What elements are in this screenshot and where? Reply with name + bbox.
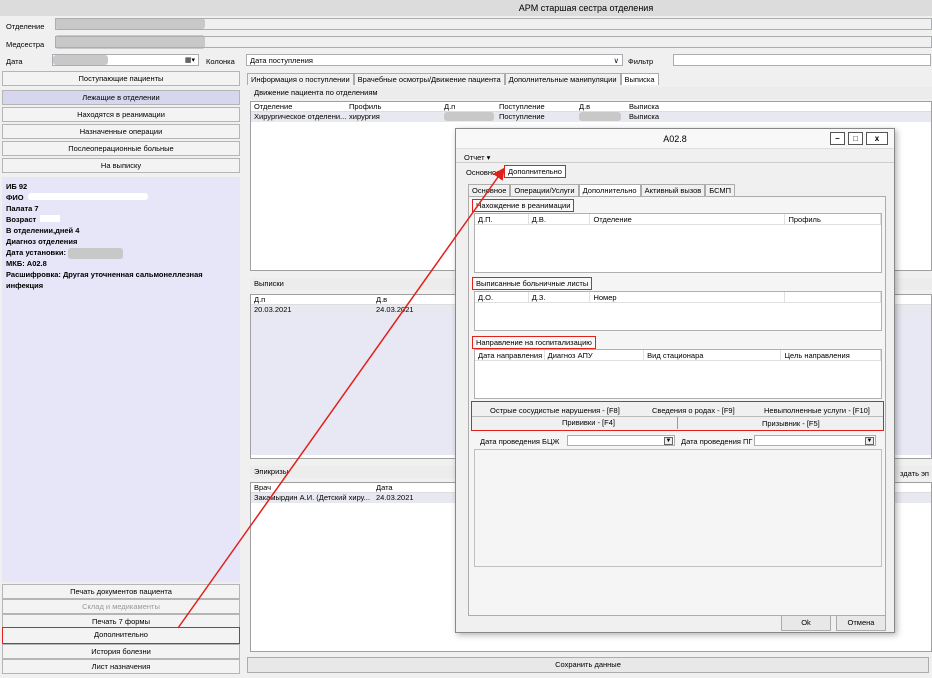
hospitalization-grid: Дата направления Диагноз АПУ Вид стацион… — [474, 349, 882, 399]
warehouse-button[interactable]: Склад и медикаменты — [2, 599, 240, 614]
pg-date-select[interactable]: ▼ — [754, 435, 876, 446]
col-header: Отделение — [254, 102, 293, 111]
nav-reanimation[interactable]: Находятся в реанимации — [2, 107, 240, 122]
nav-in-ward[interactable]: Лежащие в отделении — [2, 90, 240, 105]
tab-main[interactable]: Основное — [466, 168, 500, 177]
col-header: Д.п — [444, 102, 456, 111]
subtab-operations[interactable]: Операции/Услуги — [510, 184, 579, 196]
sick-leave-grid: Д.О. Д.З. Номер — [474, 291, 882, 331]
nav-discharge[interactable]: На выписку — [2, 158, 240, 173]
calendar-icon[interactable]: ▦▾ — [185, 55, 195, 66]
medsestra-field[interactable] — [55, 36, 932, 48]
filter-input[interactable] — [673, 54, 931, 66]
tab-births[interactable]: Сведения о родах - [F9] — [652, 406, 735, 415]
tab-conscript[interactable]: Призывник - [F5] — [762, 419, 820, 428]
save-button[interactable]: Сохранить данные — [247, 657, 929, 673]
pg-label: Дата проведения ПГ — [681, 437, 753, 446]
patient-info-panel: ИБ 92 ФИО Палата 7 Возраст В отделении,д… — [2, 177, 240, 582]
create-epikriz-button[interactable]: здать эп — [900, 469, 929, 478]
tab-admission-info[interactable]: Информация о поступлении — [247, 73, 354, 85]
otdelenie-label: Отделение — [6, 22, 45, 31]
nav-postop[interactable]: Послеоперационные больные — [2, 141, 240, 156]
ok-button[interactable]: Ok — [781, 615, 831, 631]
tab-unperformed[interactable]: Невыполненные услуги - [F10] — [764, 406, 870, 415]
bcg-label: Дата проведения БЦЖ — [480, 437, 560, 446]
chevron-down-icon[interactable]: ▼ — [664, 437, 673, 445]
tab-vaccinations[interactable]: Прививки - [F4] — [562, 418, 615, 427]
reanim-title: Нахождение в реанимации — [472, 199, 575, 212]
dialog-subtabs: Основное Операции/Услуги Дополнительно А… — [468, 184, 736, 196]
patient-age: Возраст — [6, 214, 236, 225]
filter-label: Фильтр — [628, 57, 654, 66]
date-label: Дата — [6, 57, 23, 66]
report-menu[interactable]: Отчет ▾ — [464, 153, 490, 162]
otdelenie-field[interactable] — [55, 18, 932, 30]
tab-vascular[interactable]: Острые сосудистые нарушения - [F8] — [490, 406, 620, 415]
patient-mkb: МКБ: A02.8 — [6, 259, 47, 268]
subtab-bsmp[interactable]: БСМП — [705, 184, 736, 196]
nav-operations[interactable]: Назначенные операции — [2, 124, 240, 139]
additional-button[interactable]: Дополнительно — [2, 627, 240, 644]
lower-tabs: Острые сосудистые нарушения - [F8] Сведе… — [471, 401, 884, 431]
col-header: Поступление — [499, 102, 545, 111]
chevron-down-icon[interactable]: ∨ — [614, 55, 620, 66]
tab-exams[interactable]: Врачебные осмотры/Движение пациента — [353, 73, 505, 85]
patient-days: В отделении,дней 4 — [6, 226, 80, 235]
medsestra-label: Медсестра — [6, 40, 45, 49]
nav-incoming[interactable]: Поступающие пациенты — [2, 71, 240, 86]
sick-leave-title: Выписанные больничные листы — [472, 277, 593, 290]
window-title: АРМ старшая сестра отделения — [0, 0, 932, 16]
history-button[interactable]: История болезни — [2, 644, 240, 659]
bcg-date-select[interactable]: ▼ — [567, 435, 675, 446]
movement-title: Движение пациента по отделениям — [250, 87, 932, 99]
patient-fio: ФИО — [6, 192, 236, 203]
subtab-additional[interactable]: Дополнительно — [578, 184, 641, 196]
reanim-grid: Д.П. Д.В. Отделение Профиль — [474, 213, 882, 273]
maximize-icon[interactable]: □ — [848, 132, 863, 145]
kolonka-select[interactable]: Дата поступления ∨ — [246, 54, 623, 66]
patient-install-date: Дата установки: — [6, 247, 236, 259]
tab-additional[interactable]: Дополнительно — [504, 165, 566, 178]
tab-discharge[interactable]: Выписка — [620, 73, 659, 85]
print-docs-button[interactable]: Печать документов пациента — [2, 584, 240, 599]
tab-manipulations[interactable]: Дополнительные манипуляции — [504, 73, 621, 85]
close-icon[interactable]: x — [866, 132, 888, 145]
patient-diagnosis: Диагноз отделения — [6, 237, 78, 246]
col-header: Д.в — [579, 102, 591, 111]
date-field[interactable]: ▦▾ — [52, 54, 199, 66]
col-header: Профиль — [349, 102, 382, 111]
hospitalization-title: Направление на госпитализацию — [472, 336, 596, 349]
main-tabs: Информация о поступлении Врачебные осмот… — [247, 73, 659, 85]
dialog-title: A02.8 — [456, 129, 894, 149]
vaccinations-panel — [474, 449, 882, 567]
subtab-active-call[interactable]: Активный вызов — [640, 184, 706, 196]
kolonka-label: Колонка — [206, 57, 235, 66]
col-header: Выписка — [629, 102, 660, 111]
patient-palata: Палата 7 — [6, 204, 39, 213]
chevron-down-icon[interactable]: ▼ — [865, 437, 874, 445]
dialog-window: A02.8 – □ x Отчет ▾ Основное Дополнитель… — [455, 128, 895, 633]
cancel-button[interactable]: Отмена — [836, 615, 886, 631]
patient-ib: ИБ 92 — [6, 182, 28, 191]
prescription-button[interactable]: Лист назначения — [2, 659, 240, 674]
patient-decoding: Расшифровка: Другая уточненная сальмонел… — [6, 270, 203, 290]
table-row[interactable]: Хирургическое отделени... хирургия Посту… — [251, 112, 931, 122]
subtab-main[interactable]: Основное — [468, 184, 511, 196]
kolonka-value: Дата поступления — [250, 56, 313, 65]
minimize-icon[interactable]: – — [830, 132, 845, 145]
